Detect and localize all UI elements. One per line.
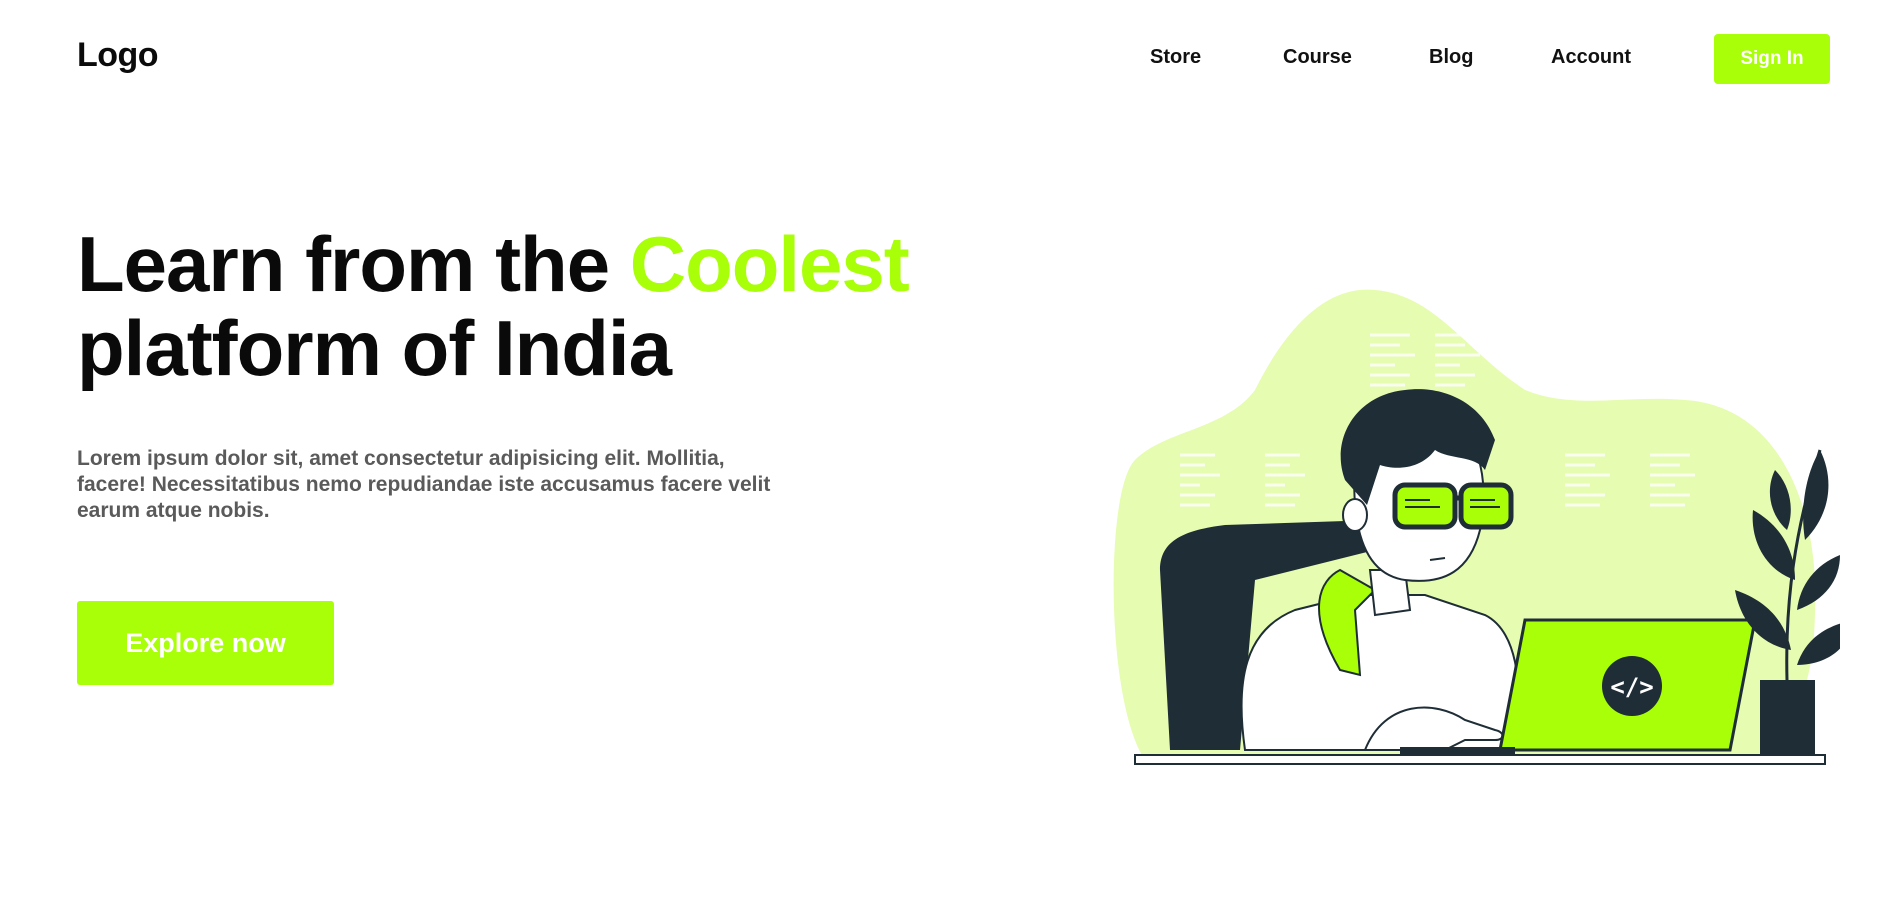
laptop-base [1400, 747, 1515, 755]
code-badge-text: </> [1610, 673, 1653, 701]
hero-title-accent: Coolest [629, 220, 910, 308]
top-navigation: Logo Store Course Blog Account Sign In [0, 0, 1892, 120]
nav-link-store[interactable]: Store [1150, 46, 1201, 74]
explore-now-button[interactable]: Explore now [77, 601, 334, 685]
logo[interactable]: Logo [77, 36, 159, 75]
desk [1134, 754, 1826, 765]
plant-pot [1760, 680, 1815, 758]
ear [1342, 498, 1368, 532]
glasses-icon [1392, 482, 1514, 530]
nav-link-account[interactable]: Account [1551, 46, 1631, 74]
hero-title-part2: platform of India [77, 304, 672, 392]
nav-link-course[interactable]: Course [1283, 46, 1352, 74]
developer-illustration: </> [1113, 289, 1840, 765]
hero-title-part1: Learn from the [77, 220, 630, 308]
hero-description: Lorem ipsum dolor sit, amet consectetur … [77, 447, 771, 522]
nav-link-blog[interactable]: Blog [1429, 46, 1473, 74]
hero-title: Learn from the Coolest platform of India [77, 222, 1077, 390]
sign-in-button[interactable]: Sign In [1714, 34, 1830, 84]
